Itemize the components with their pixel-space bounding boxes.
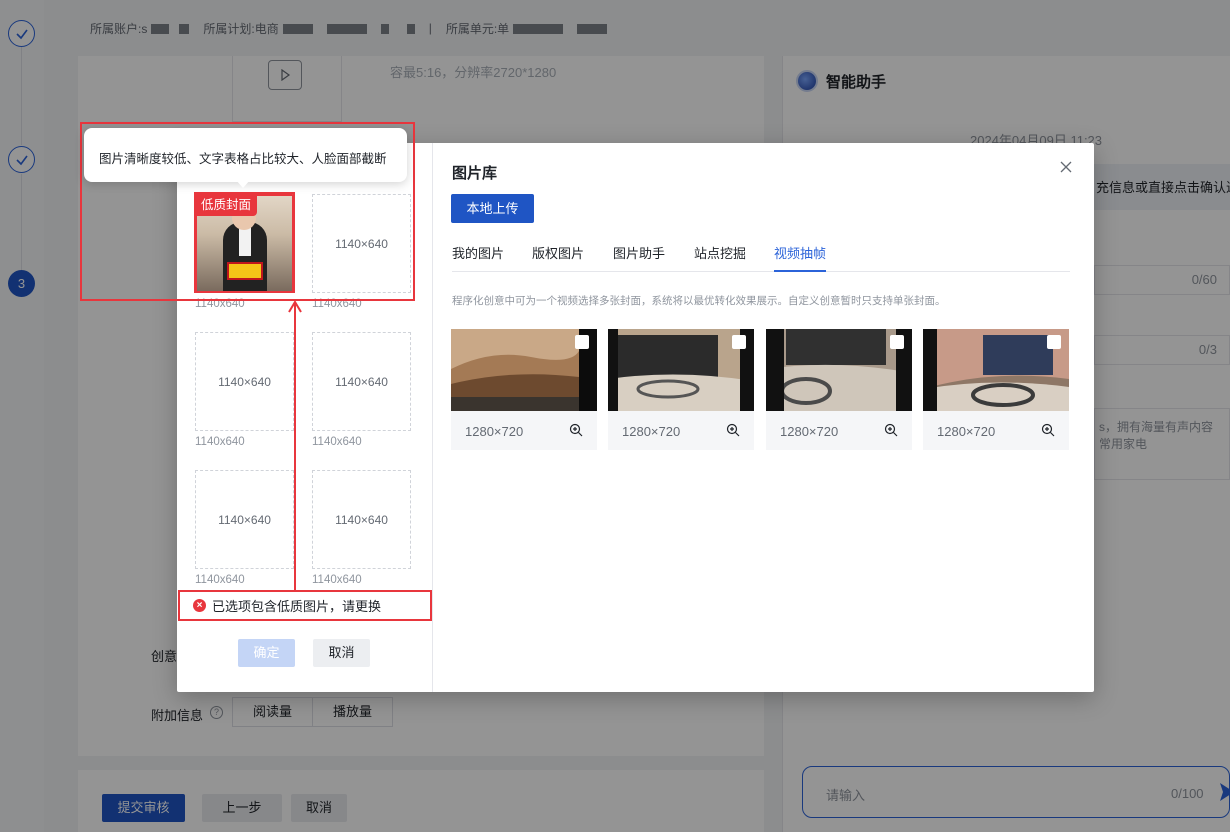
video-frame-card[interactable]: 1280×720: [766, 329, 912, 450]
frame-checkbox[interactable]: [1047, 335, 1061, 349]
thumbnail-slot[interactable]: 1140×640: [312, 470, 411, 569]
image-source-tabs: 我的图片 版权图片 图片助手 站点挖掘 视频抽帧: [452, 243, 1070, 272]
zoom-in-icon[interactable]: [1041, 423, 1055, 437]
tooltip-arrow: [236, 180, 250, 188]
video-frame-card[interactable]: 1280×720: [923, 329, 1069, 450]
frame-checkbox[interactable]: [732, 335, 746, 349]
zoom-in-icon[interactable]: [726, 423, 740, 437]
selected-image-highlight: [194, 192, 295, 293]
thumbnail-slot[interactable]: 1140×640: [195, 332, 294, 431]
thumbnail-slot[interactable]: 1140×640: [312, 332, 411, 431]
annotation-arrow-icon: [288, 300, 302, 592]
zoom-in-icon[interactable]: [569, 423, 583, 437]
frame-resolution: 1280×720: [465, 424, 524, 439]
frame-checkbox[interactable]: [575, 335, 589, 349]
tab-my-images[interactable]: 我的图片: [452, 243, 504, 272]
thumbnail-slot[interactable]: 1140×640: [195, 470, 294, 569]
local-upload-button[interactable]: 本地上传: [451, 194, 534, 223]
error-highlight-box: [178, 590, 432, 621]
video-frame-card[interactable]: 1280×720: [451, 329, 597, 450]
frame-resolution: 1280×720: [780, 424, 839, 439]
frame-checkbox[interactable]: [890, 335, 904, 349]
confirm-button[interactable]: 确定: [238, 639, 295, 667]
tab-video-frames[interactable]: 视频抽帧: [774, 243, 827, 272]
tab-image-assistant[interactable]: 图片助手: [613, 243, 665, 272]
frame-resolution: 1280×720: [937, 424, 996, 439]
tab-site-mining[interactable]: 站点挖掘: [694, 243, 746, 272]
modal-cancel-button[interactable]: 取消: [313, 639, 370, 667]
thumbnail-caption: 1140x640: [312, 574, 362, 586]
close-icon[interactable]: [1057, 158, 1075, 176]
frame-resolution: 1280×720: [622, 424, 681, 439]
thumbnail-caption: 1140x640: [312, 436, 362, 448]
modal-title: 图片库: [452, 165, 498, 182]
thumbnail-caption: 1140x640: [195, 574, 245, 586]
low-quality-reason-tooltip: 图片清晰度较低、文字表格占比较大、人脸面部截断: [84, 128, 407, 182]
frame-hint-text: 程序化创意中可为一个视频选择多张封面，系统将以最优转化效果展示。自定义创意暂时只…: [452, 295, 946, 307]
zoom-in-icon[interactable]: [884, 423, 898, 437]
tab-copyright-images[interactable]: 版权图片: [532, 243, 584, 272]
video-frame-card[interactable]: 1280×720: [608, 329, 754, 450]
thumbnail-caption: 1140x640: [195, 436, 245, 448]
